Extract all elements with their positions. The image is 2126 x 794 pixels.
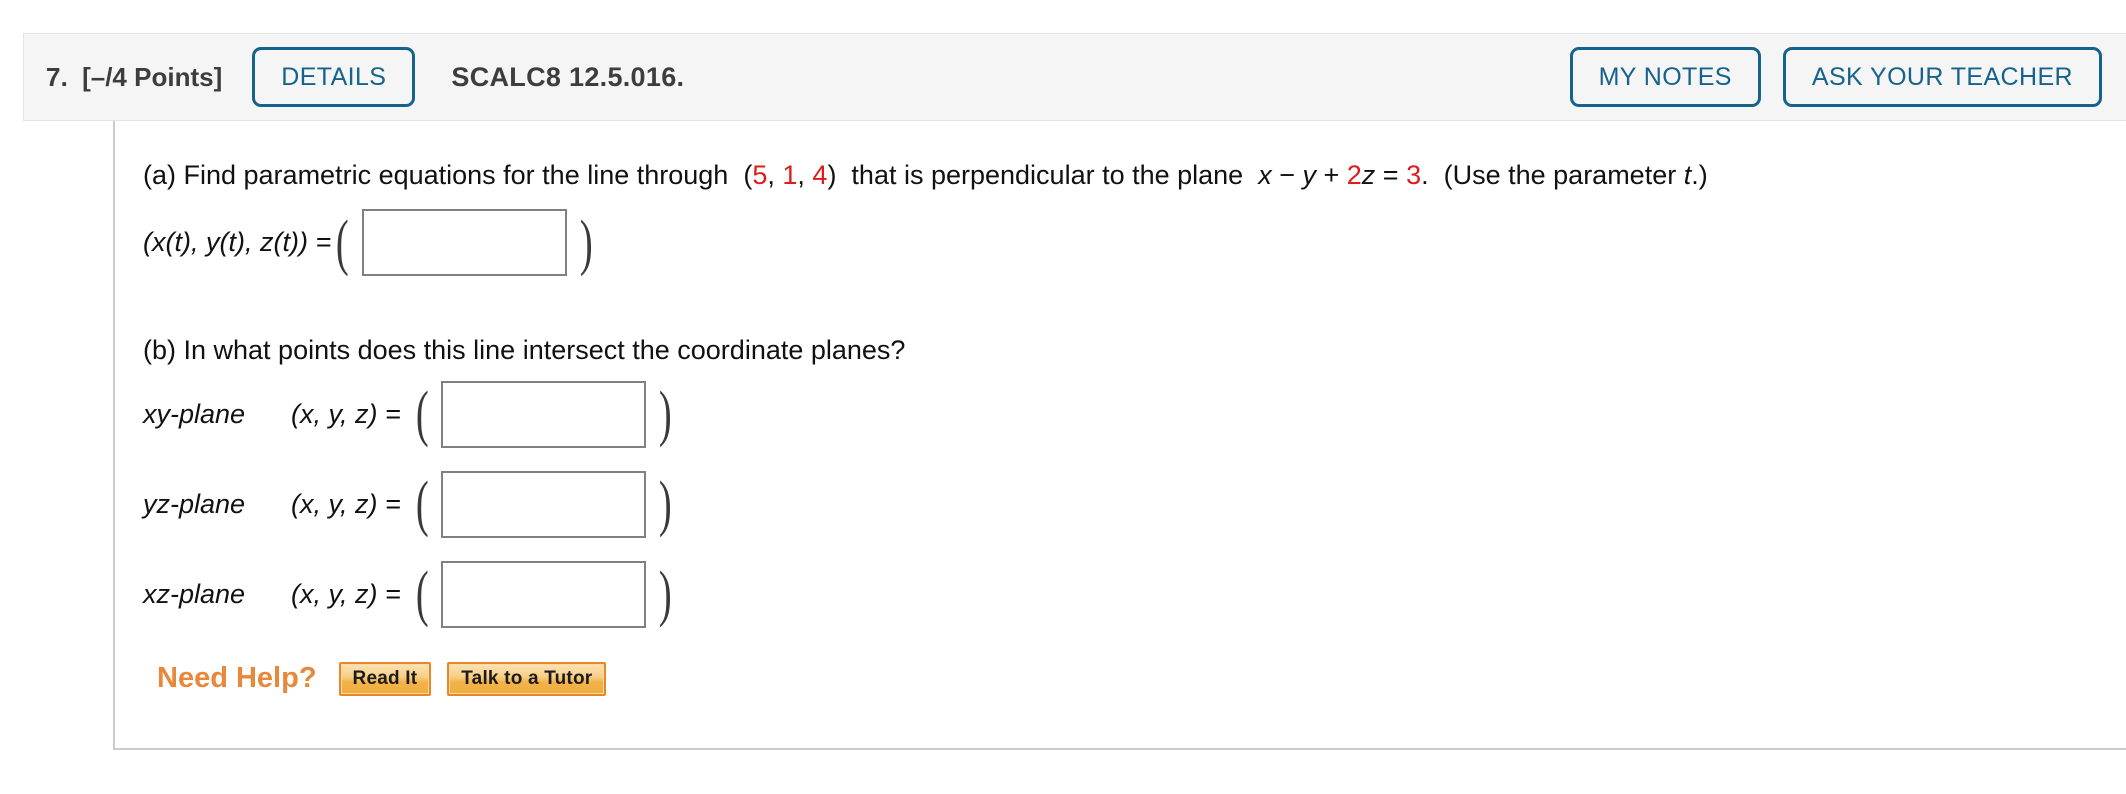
part-a-end: .) [1691,160,1708,190]
plane-equals: = [1375,160,1407,190]
yz-plane-answer-row: yz-plane (x, y, z) = ( ) [143,470,673,539]
plane-variable-x: x [1258,160,1272,190]
xy-plane-answer-row: xy-plane (x, y, z) = ( ) [143,380,673,449]
plane-right-hand-side: 3 [1406,160,1422,190]
part-a-prefix: (a) Find parametric equations for the li… [143,160,753,190]
ask-your-teacher-button[interactable]: ASK YOUR TEACHER [1782,47,2102,107]
xy-plane-answer-input[interactable] [441,380,647,448]
part-b-block: (b) In what points does this line inters… [143,332,2126,629]
plane-coefficient: 2 [1346,160,1362,190]
part-a-sep-1: , [767,160,783,190]
part-a-point-z: 4 [812,160,828,190]
xy-plane-label: xy-plane [143,398,246,429]
question-header-right: MY NOTES ASK YOUR TEACHER [1569,47,2126,107]
part-a-answer-row: (x(t), y(t), z(t)) = ( ) [143,208,593,277]
yz-plane-label: yz-plane [143,488,246,519]
question-body: (a) Find parametric equations for the li… [113,121,2126,750]
question-number: 7. [46,61,69,92]
question-header-left: 7. [–/4 Points] DETAILS SCALC8 12.5.016. [46,47,1570,107]
plane-operator-1: − [1271,160,1303,190]
read-it-button[interactable]: Read It [338,661,432,696]
talk-to-a-tutor-button[interactable]: Talk to a Tutor [447,661,607,696]
part-a-suffix: . (Use the parameter [1421,160,1684,190]
part-a-point-y: 1 [782,160,798,190]
part-a-answer-label: (x(t), y(t), z(t)) = [143,227,332,258]
part-a-question-text: (a) Find parametric equations for the li… [143,157,2126,193]
points-label: [–/4 Points] [82,61,223,92]
yz-coord-label: (x, y, z) = [291,488,401,519]
part-a-answer-input[interactable] [361,209,567,277]
need-help-row: Need Help? Read It Talk to a Tutor [157,661,2126,696]
xz-plane-answer-input[interactable] [441,560,647,628]
yz-plane-answer-input[interactable] [441,470,647,538]
xy-coord-label: (x, y, z) = [291,398,401,429]
part-a-sep-2: , [797,160,813,190]
plane-variable-y: y [1302,160,1316,190]
part-b-question-text: (b) In what points does this line inters… [143,335,906,366]
xz-plane-answer-row: xz-plane (x, y, z) = ( ) [143,560,673,629]
part-a-middle: ) that is perpendicular to the plane [827,160,1259,190]
problem-code: SCALC8 12.5.016. [451,61,685,92]
question-header-bar: 7. [–/4 Points] DETAILS SCALC8 12.5.016.… [23,33,2126,121]
xz-plane-label: xz-plane [143,578,246,609]
part-a-point-x: 5 [752,160,768,190]
my-notes-button[interactable]: MY NOTES [1569,47,1761,107]
plane-variable-z: z [1361,160,1376,190]
plane-operator-2: + [1315,160,1347,190]
need-help-label: Need Help? [157,662,317,695]
question-body-inner: (a) Find parametric equations for the li… [115,121,2126,696]
xz-coord-label: (x, y, z) = [291,578,401,609]
details-button[interactable]: DETAILS [252,47,416,107]
